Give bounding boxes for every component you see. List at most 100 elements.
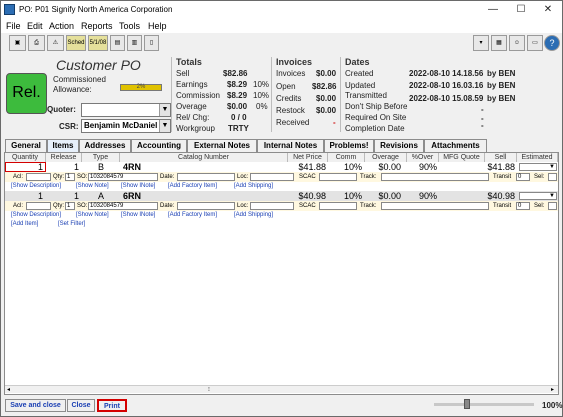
transit-field[interactable]: 0 (516, 173, 530, 181)
menu-reports[interactable]: Reports (81, 21, 113, 31)
invoices-open-label: Open (276, 82, 296, 91)
col-net-price[interactable]: Net Price (288, 153, 328, 162)
menu-file[interactable]: File (6, 21, 21, 31)
close-button[interactable]: Close (67, 399, 95, 412)
qty-field[interactable]: 1 (65, 202, 75, 210)
show-note-link[interactable]: [Show Note] (76, 212, 109, 218)
maximize-button[interactable]: ☐ (507, 1, 535, 19)
tab-attachments[interactable]: Attachments (424, 139, 487, 152)
tab-revisions[interactable]: Revisions (374, 139, 424, 152)
divider (340, 57, 341, 132)
add-shipping-link[interactable]: [Add Shipping] (234, 183, 273, 189)
show-inote-link[interactable]: [Show INote] (121, 183, 155, 189)
zoom-slider[interactable] (434, 403, 534, 406)
show-description-link[interactable]: [Show Description] (11, 212, 61, 218)
estimated-select[interactable]: ▼ (519, 163, 557, 171)
page-icon[interactable]: ▯ (144, 35, 159, 51)
sel-checkbox[interactable] (548, 173, 557, 181)
status-button[interactable]: Rel. (6, 73, 47, 114)
scroll-right-icon[interactable]: ▸ (551, 386, 554, 393)
so-field[interactable]: 1032084579 (88, 173, 158, 181)
scac-label: SCAC (299, 203, 316, 209)
set-filter-link[interactable]: [Set Filter] (58, 221, 85, 227)
clipboard-icon[interactable]: ▦ (491, 35, 507, 51)
col-type[interactable]: Type (82, 153, 120, 162)
menu-help[interactable]: Help (148, 21, 167, 31)
add-factory-item-link[interactable]: [Add Factory Item] (168, 212, 217, 218)
scroll-thumb[interactable]: ⁝ (208, 386, 210, 393)
tab-internal-notes[interactable]: Internal Notes (257, 139, 324, 152)
date-field[interactable] (177, 173, 235, 181)
save-and-close-button[interactable]: Save and close (5, 399, 66, 412)
col-estimated[interactable]: Estimated (517, 153, 558, 162)
zoom-slider-thumb[interactable] (464, 399, 470, 409)
acl-field[interactable] (26, 173, 51, 181)
col-over-pct[interactable]: %Over (407, 153, 439, 162)
totals-overage-pct: 0% (256, 102, 268, 111)
col-quantity[interactable]: Quantity (5, 153, 46, 162)
window-icon[interactable]: ▭ (527, 35, 543, 51)
col-comm[interactable]: Comm (328, 153, 365, 162)
close-window-button[interactable]: ✕ (534, 1, 562, 19)
menu-edit[interactable]: Edit (27, 21, 43, 31)
add-shipping-link[interactable]: [Add Shipping] (234, 212, 273, 218)
qty-label: Qty: (53, 203, 65, 209)
release-value: 1 (73, 162, 79, 172)
col-sell[interactable]: Sell (485, 153, 517, 162)
scroll-left-icon[interactable]: ◂ (7, 386, 10, 393)
loc-field[interactable] (250, 202, 294, 210)
sched-button[interactable]: Sched (66, 35, 86, 51)
sel-checkbox[interactable] (548, 202, 557, 210)
chevron-down-icon[interactable]: ▼ (159, 104, 170, 116)
track-label: Track: (360, 174, 377, 180)
chevron-down-icon[interactable]: ▼ (159, 120, 170, 132)
printer-icon[interactable]: ⎙ (28, 35, 45, 51)
date-field[interactable] (177, 202, 235, 210)
dropdown-icon[interactable]: ▾ (473, 35, 489, 51)
document-icon[interactable]: ▤ (110, 35, 125, 51)
col-release[interactable]: Release (46, 153, 82, 162)
qty-field[interactable]: 1 (65, 173, 75, 181)
menu-action[interactable]: Action (49, 21, 74, 31)
user-icon[interactable]: ☺ (509, 35, 525, 51)
csr-select[interactable]: Benjamin McDaniel ▼ (81, 119, 171, 133)
track-field[interactable] (381, 173, 489, 181)
menu-tools[interactable]: Tools (119, 21, 140, 31)
acl-field[interactable] (26, 202, 51, 210)
scac-field[interactable] (319, 202, 357, 210)
save-icon[interactable]: ▣ (9, 35, 26, 51)
tab-addresses[interactable]: Addresses (79, 139, 131, 152)
transit-field[interactable]: 0 (516, 202, 530, 210)
over-pct-value: 90% (418, 191, 437, 201)
tab-items[interactable]: Items (47, 139, 79, 152)
col-overage[interactable]: Overage (365, 153, 407, 162)
tab-problems[interactable]: Problems! (324, 139, 374, 152)
tab-accounting[interactable]: Accounting (131, 139, 187, 152)
so-field[interactable]: 1032084579 (88, 202, 158, 210)
totals-earnings-label: Earnings (176, 80, 208, 89)
show-inote-link[interactable]: [Show INote] (121, 212, 155, 218)
estimated-select[interactable]: ▼ (519, 192, 557, 200)
sell-value: $40.98 (487, 191, 515, 201)
minimize-button[interactable]: — (479, 1, 507, 19)
help-icon[interactable]: ? (544, 35, 560, 51)
track-field[interactable] (381, 202, 489, 210)
horizontal-scrollbar[interactable]: ◂ ⁝ ▸ (5, 385, 558, 393)
quoter-select[interactable]: ▼ (81, 103, 171, 117)
show-description-link[interactable]: [Show Description] (11, 183, 61, 189)
add-item-link[interactable]: [Add Item] (11, 221, 38, 227)
scac-field[interactable] (319, 173, 357, 181)
print-button[interactable]: Print (97, 399, 127, 412)
add-factory-item-link[interactable]: [Add Factory Item] (168, 183, 217, 189)
tab-external-notes[interactable]: External Notes (187, 139, 257, 152)
loc-label: Loc: (237, 174, 249, 180)
warning-icon[interactable]: ⚠ (47, 35, 64, 51)
totals-overage-label: Overage (176, 102, 207, 111)
date-button[interactable]: 5/1/08 (88, 35, 108, 51)
col-catalog-number[interactable]: Catalog Number (120, 153, 288, 162)
col-mfg-quote[interactable]: MFG Quote (439, 153, 485, 162)
stack-icon[interactable]: ▥ (127, 35, 142, 51)
show-note-link[interactable]: [Show Note] (76, 183, 109, 189)
tab-general[interactable]: General (5, 139, 47, 152)
loc-field[interactable] (250, 173, 294, 181)
